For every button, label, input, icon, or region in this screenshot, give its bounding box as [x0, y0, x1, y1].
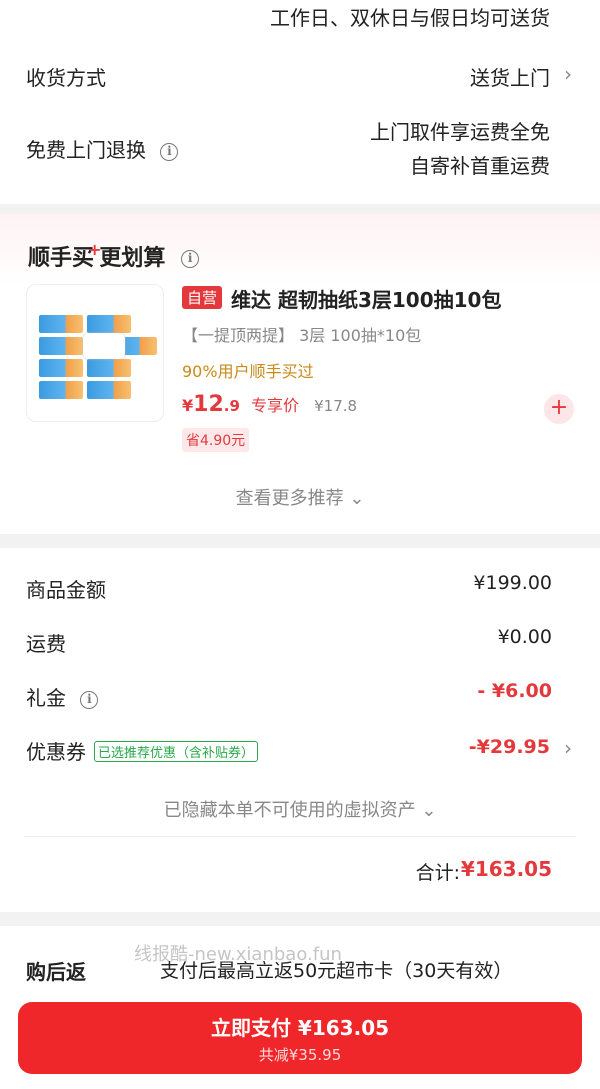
goods-amount-label: 商品金额	[26, 578, 106, 602]
price-integer: 12	[193, 392, 224, 417]
product-price-row: ¥12.9 专享价 ¥17.8	[182, 392, 357, 417]
product-image[interactable]	[26, 284, 164, 422]
info-icon[interactable]: i	[80, 690, 99, 709]
delivery-method-value: 送货上门	[470, 66, 550, 90]
info-icon[interactable]: i	[181, 250, 200, 268]
gift-label-text: 礼金	[26, 686, 66, 710]
tissue-pack-graphic	[39, 337, 83, 355]
delivery-note: 工作日、双休日与假日均可送货	[270, 6, 550, 30]
delivery-section: 工作日、双休日与假日均可送货 收货方式 送货上门 › 免费上门退换 i 上门取件…	[0, 0, 600, 204]
tissue-pack-graphic	[39, 381, 83, 399]
watermark: 线报酷-new.xianbao.fun	[134, 944, 342, 965]
tissue-sheet-graphic	[83, 333, 125, 359]
goods-amount-value: ¥199.00	[473, 572, 552, 594]
tissue-pack-graphic	[39, 359, 83, 377]
add-to-order-button[interactable]: +	[544, 394, 574, 424]
savings-badge: 省4.90元	[182, 428, 250, 452]
price-currency: ¥	[182, 396, 194, 415]
recommend-title: 顺手买+更划算 i	[28, 240, 200, 272]
hidden-assets-toggle[interactable]: 已隐藏本单不可使用的虚拟资产 ⌄	[0, 796, 600, 822]
pay-now-button[interactable]: 立即支付 ¥163.05 共减¥35.95	[18, 1002, 582, 1074]
free-return-row: 免费上门退换 i 上门取件享运费全免 自寄补首重运费	[0, 116, 600, 180]
product-spec: 【一提顶两提】 3层 100抽*10包	[182, 326, 422, 345]
total-label: 合计:	[415, 862, 460, 884]
pay-now-label: 立即支付 ¥163.05	[210, 1016, 390, 1040]
chevron-right-icon: ›	[564, 736, 572, 760]
tissue-pack-graphic	[39, 315, 83, 333]
view-more-recommendations[interactable]: 查看更多推荐 ⌄	[0, 484, 600, 510]
tissue-pack-graphic	[87, 381, 131, 399]
plus-mark-icon: +	[88, 240, 102, 259]
coupon-value: -¥29.95	[468, 736, 550, 758]
total-value: ¥163.05	[460, 857, 552, 881]
chevron-right-icon: ›	[564, 62, 572, 86]
coupon-label-text: 优惠券	[26, 740, 86, 764]
self-operated-badge: 自营	[182, 286, 223, 309]
free-return-label: 免费上门退换 i	[26, 134, 179, 163]
shipping-label: 运费	[26, 632, 66, 656]
free-return-label-text: 免费上门退换	[26, 138, 146, 162]
tissue-pack-graphic	[87, 359, 131, 377]
divider	[24, 836, 576, 837]
shipping-value: ¥0.00	[497, 626, 552, 648]
gift-label: 礼金 i	[26, 682, 99, 711]
delivery-method-label: 收货方式	[26, 66, 106, 90]
coupon-row[interactable]: 优惠券 已选推荐优惠（含补贴券） -¥29.95 ›	[0, 736, 600, 766]
info-icon[interactable]: i	[160, 142, 179, 161]
delivery-method-row[interactable]: 收货方式 送货上门 ›	[0, 62, 600, 92]
original-price: ¥17.8	[314, 397, 358, 415]
exclusive-price-tag: 专享价	[251, 396, 300, 415]
gift-value: - ¥6.00	[477, 680, 552, 702]
price-summary-section: 商品金额 ¥199.00 运费 ¥0.00 礼金 i - ¥6.00 优惠券 已选…	[0, 548, 600, 912]
recommend-title-part1: 顺手买	[28, 246, 95, 271]
price-decimal: .9	[223, 397, 240, 415]
coupon-label: 优惠券 已选推荐优惠（含补贴券）	[26, 736, 259, 765]
total-discount-label: 共减¥35.95	[258, 1046, 342, 1064]
cashback-label: 购后返	[26, 960, 86, 984]
product-buyers-note: 90%用户顺手买过	[182, 362, 314, 381]
product-name[interactable]: 维达 超韧抽纸3层100抽10包	[231, 284, 501, 313]
recommend-title-part2: 更划算	[99, 246, 166, 271]
recommend-section: 顺手买+更划算 i 自营 维达 超韧抽纸3层100抽10包 【一提顶两提】 3层…	[0, 214, 600, 534]
coupon-selected-tag: 已选推荐优惠（含补贴券）	[94, 741, 259, 762]
free-return-line2: 自寄补首重运费	[410, 154, 550, 178]
tissue-pack-graphic	[87, 315, 131, 333]
free-return-line1: 上门取件享运费全免	[370, 120, 550, 144]
